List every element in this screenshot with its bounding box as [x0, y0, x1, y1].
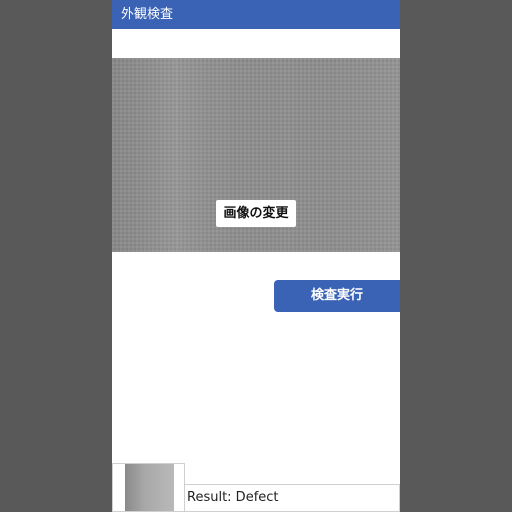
- result-thumbnail: [112, 463, 185, 512]
- app-title: 外観検査: [121, 7, 174, 22]
- run-inspection-button[interactable]: 検査実行: [274, 280, 400, 312]
- result-label: Result: Defect: [187, 490, 279, 505]
- result-thumbnail-image: [125, 464, 174, 511]
- inspection-image-area[interactable]: 画像の変更: [112, 58, 400, 252]
- change-image-button[interactable]: 画像の変更: [216, 200, 296, 227]
- app-title-bar: 外観検査: [112, 0, 400, 29]
- app-screen: 外観検査 画像の変更 検査実行 Result: Defect: [112, 0, 400, 512]
- result-field: Result: Defect: [184, 484, 400, 512]
